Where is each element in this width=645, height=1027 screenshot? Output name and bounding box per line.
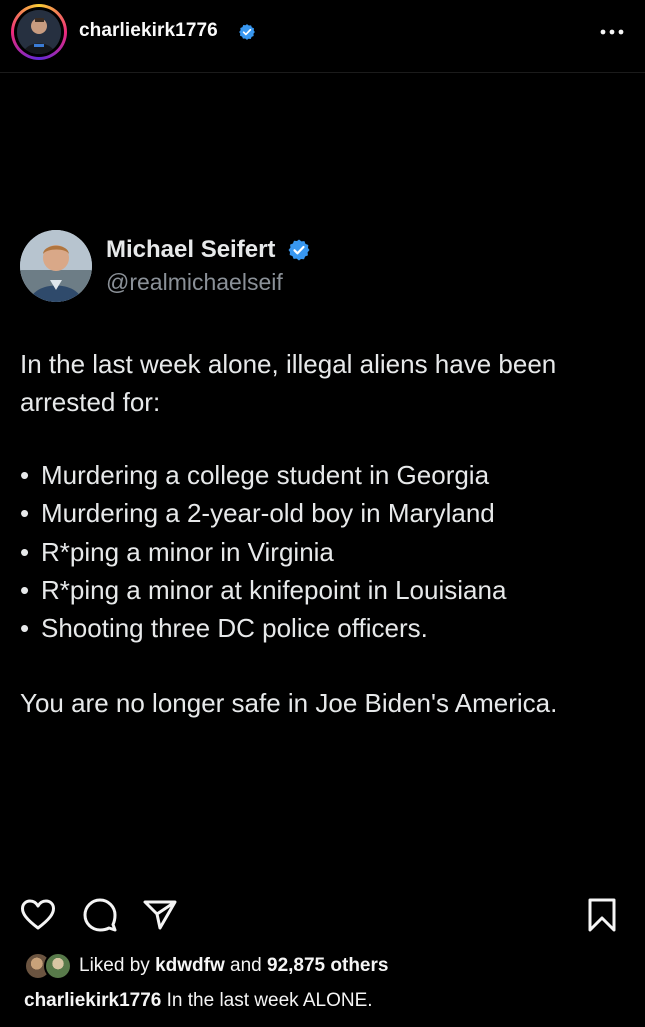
share-button[interactable]: [142, 897, 178, 933]
tweet-bullet-list: • Murdering a college student in Georgia …: [20, 456, 620, 647]
likes-count[interactable]: 92,875 others: [267, 955, 388, 976]
story-ring[interactable]: [11, 4, 67, 60]
send-icon: [143, 900, 177, 930]
bullet: •: [20, 574, 30, 605]
post-caption: charliekirk1776 In the last week ALONE.: [24, 990, 373, 1012]
tweet-author-photo: [20, 230, 92, 302]
likes-user[interactable]: kdwdfw: [155, 955, 225, 976]
avatar-frame: [14, 7, 64, 57]
list-item-text: Shooting three DC police officers.: [41, 613, 428, 644]
comment-icon: [83, 898, 117, 932]
tweet-author-avatar: [20, 230, 92, 302]
list-item: • R*ping a minor at knifepoint in Louisia…: [20, 571, 620, 609]
tweet-intro-text: In the last week alone, illegal aliens h…: [20, 349, 557, 417]
bullet: •: [20, 498, 30, 529]
action-bar: [0, 893, 645, 937]
list-item: • Shooting three DC police officers.: [20, 609, 620, 647]
likes-joiner: and: [230, 955, 262, 976]
list-item: • Murdering a college student in Georgia: [20, 456, 620, 494]
list-item-text: Murdering a college student in Georgia: [41, 460, 490, 490]
list-item-text: Murdering a 2-year-old boy in Maryland: [41, 498, 495, 529]
caption-username[interactable]: charliekirk1776: [24, 990, 161, 1011]
verified-badge-icon: [239, 24, 255, 40]
post-header: charliekirk1776: [0, 0, 645, 73]
bullet: •: [20, 536, 30, 567]
bullet: •: [20, 613, 30, 644]
tweet-author-name: Michael Seifert: [106, 236, 276, 263]
likes-text: Liked by kdwdfw and 92,875 others: [79, 955, 388, 977]
caption-text: In the last week ALONE.: [166, 990, 373, 1011]
avatar-photo: [17, 10, 61, 54]
comment-button[interactable]: [82, 897, 118, 933]
heart-icon: [21, 899, 55, 930]
likes-row[interactable]: Liked by kdwdfw and 92,875 others: [24, 952, 624, 980]
bookmark-icon: [588, 898, 616, 932]
bullet: •: [20, 460, 30, 490]
like-button[interactable]: [20, 897, 56, 933]
tweet-closing-text: You are no longer safe in Joe Biden's Am…: [20, 688, 558, 718]
save-button[interactable]: [584, 897, 620, 933]
likes-prefix: Liked by: [79, 955, 150, 976]
list-item: • Murdering a 2-year-old boy in Maryland: [20, 494, 620, 532]
more-options-icon[interactable]: [599, 20, 625, 44]
list-item-text: R*ping a minor in Virginia: [41, 536, 334, 567]
tweet-author-handle: @realmichaelseif: [106, 269, 283, 295]
list-item: • R*ping a minor in Virginia: [20, 533, 620, 571]
list-item-text: R*ping a minor at knifepoint in Louisian…: [41, 574, 507, 605]
avatar[interactable]: [17, 10, 61, 54]
liker-avatar: [44, 952, 72, 980]
tweet-image[interactable]: Michael Seifert @realmichaelseif In the …: [0, 73, 645, 883]
tweet-verified-badge-icon: [288, 239, 310, 261]
post-username[interactable]: charliekirk1776: [79, 20, 218, 42]
